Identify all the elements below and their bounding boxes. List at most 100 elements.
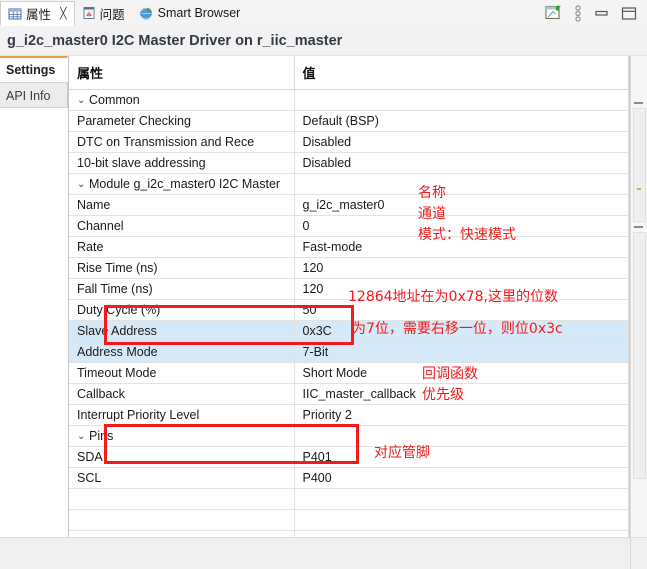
sidebar-filler — [0, 110, 67, 537]
table-cell-property[interactable] — [69, 509, 295, 531]
sidebar-item-api-info-label: API Info — [6, 89, 51, 103]
table-cell-value[interactable]: Default (BSP) — [294, 110, 629, 132]
marker-tick-upper[interactable] — [634, 102, 643, 104]
marker-tick-lower[interactable] — [634, 226, 643, 228]
properties-table-body: ⌄ Common Parameter Checking Default (BSP) DT… — [69, 89, 629, 537]
table-cell-value[interactable]: Priority 2 — [294, 404, 629, 426]
table-cell-property[interactable]: Slave Address — [69, 320, 295, 342]
table-cell-property-label: Pins — [89, 429, 114, 443]
scrollbar-thumb[interactable] — [633, 108, 646, 222]
table-cell-property[interactable]: DTC on Transmission and Rece — [69, 131, 295, 153]
table-cell-value[interactable] — [294, 509, 629, 531]
table-cell-value[interactable]: P401 — [294, 446, 629, 468]
table-row[interactable]: SDA P401 — [69, 446, 629, 468]
properties-table-container[interactable]: 属性 值 ⌄ Common Parameter Checking Default (B… — [69, 56, 630, 537]
table-cell-property[interactable]: Name — [69, 194, 295, 216]
table-row[interactable]: DTC on Transmission and Rece Disabled — [69, 131, 629, 153]
tab-problems[interactable]: 问题 — [75, 1, 132, 26]
table-cell-value[interactable]: 120 — [294, 257, 629, 279]
table-row[interactable]: 10-bit slave addressing Disabled — [69, 152, 629, 174]
table-cell-value[interactable]: g_i2c_master0 — [294, 194, 629, 216]
table-cell-value[interactable]: Short Mode — [294, 362, 629, 384]
table-cell-property[interactable]: Callback — [69, 383, 295, 405]
table-row[interactable]: Callback IIC_master_callback — [69, 383, 629, 405]
table-row[interactable]: Interrupt Priority Level Priority 2 — [69, 404, 629, 426]
table-cell-value[interactable]: 0 — [294, 215, 629, 237]
table-cell-value[interactable]: Disabled — [294, 131, 629, 153]
sidebar-item-api-info[interactable]: API Info — [0, 82, 68, 108]
properties-icon — [8, 7, 22, 21]
column-header-value[interactable]: 值 — [294, 56, 629, 90]
column-header-property[interactable]: 属性 — [69, 56, 295, 90]
table-cell-property[interactable]: ⌄ Pins — [69, 425, 295, 447]
sidebar-item-settings-label: Settings — [6, 63, 56, 77]
table-row[interactable]: Name g_i2c_master0 — [69, 194, 629, 216]
table-cell-value[interactable]: Disabled — [294, 152, 629, 174]
table-cell-property[interactable]: Rate — [69, 236, 295, 258]
table-row[interactable]: Duty Cycle (%) 50 — [69, 299, 629, 321]
table-cell-value[interactable] — [294, 89, 629, 111]
table-cell-property[interactable]: Parameter Checking — [69, 110, 295, 132]
table-cell-property-label: Module g_i2c_master0 I2C Master — [89, 177, 281, 191]
table-row[interactable]: Parameter Checking Default (BSP) — [69, 110, 629, 132]
new-view-icon[interactable] — [545, 5, 562, 21]
table-row[interactable]: SCL P400 — [69, 467, 629, 489]
close-icon[interactable]: ╳ — [60, 7, 67, 20]
table-cell-property[interactable]: Duty Cycle (%) — [69, 299, 295, 321]
table-cell-property[interactable]: Address Mode — [69, 341, 295, 363]
table-row[interactable]: Fall Time (ns) 120 — [69, 278, 629, 300]
table-cell-property[interactable]: Channel — [69, 215, 295, 237]
table-row[interactable]: Rise Time (ns) 120 — [69, 257, 629, 279]
table-row[interactable]: Channel 0 — [69, 215, 629, 237]
table-row[interactable]: ⌄ Module g_i2c_master0 I2C Master — [69, 173, 629, 195]
table-row[interactable]: Address Mode 7-Bit — [69, 341, 629, 363]
tab-smart-browser-label: Smart Browser — [157, 6, 241, 20]
table-cell-value[interactable]: 120 — [294, 278, 629, 300]
table-cell-value[interactable] — [294, 425, 629, 447]
table-cell-value[interactable]: 7-Bit — [294, 341, 629, 363]
bottom-seam — [630, 538, 631, 569]
chevron-down-icon[interactable]: ⌄ — [77, 95, 89, 106]
table-row[interactable]: ⌄ Pins — [69, 425, 629, 447]
table-cell-property[interactable]: Fall Time (ns) — [69, 278, 295, 300]
table-row[interactable]: Rate Fast-mode — [69, 236, 629, 258]
chevron-down-icon[interactable]: ⌄ — [77, 179, 89, 190]
table-cell-value[interactable]: Fast-mode — [294, 236, 629, 258]
table-row[interactable]: ⌄ Common — [69, 89, 629, 111]
table-cell-property[interactable]: Rise Time (ns) — [69, 257, 295, 279]
view-menu-icon[interactable] — [574, 4, 582, 22]
table-row[interactable]: Timeout Mode Short Mode — [69, 362, 629, 384]
scrollbar-track-lower[interactable] — [633, 232, 646, 479]
marker-tick-warning[interactable] — [637, 188, 641, 190]
table-cell-property[interactable] — [69, 488, 295, 510]
maximize-icon[interactable] — [621, 6, 637, 21]
table-row[interactable]: Slave Address 0x3C — [69, 320, 629, 342]
chevron-down-icon[interactable]: ⌄ — [77, 431, 89, 442]
table-cell-property[interactable]: Interrupt Priority Level — [69, 404, 295, 426]
table-cell-value[interactable]: 0x3C — [294, 320, 629, 342]
minimize-icon[interactable] — [594, 6, 609, 20]
table-row[interactable] — [69, 488, 629, 510]
table-cell-property[interactable]: 10-bit slave addressing — [69, 152, 295, 174]
table-cell-value[interactable] — [294, 488, 629, 510]
table-cell-property-label: Common — [89, 93, 140, 107]
table-cell-property[interactable]: SCL — [69, 467, 295, 489]
tab-smart-browser[interactable]: Smart Browser — [132, 1, 248, 26]
view-bottom-filler — [0, 537, 647, 569]
table-cell-property[interactable]: Timeout Mode — [69, 362, 295, 384]
page-title: g_i2c_master0 I2C Master Driver on r_iic… — [0, 26, 647, 56]
table-header-row: 属性 值 — [69, 56, 629, 90]
vertical-scrollbar[interactable] — [630, 56, 647, 537]
table-row[interactable] — [69, 509, 629, 531]
table-cell-property[interactable]: ⌄ Common — [69, 89, 295, 111]
table-cell-value[interactable]: P400 — [294, 467, 629, 489]
table-cell-value[interactable] — [294, 173, 629, 195]
table-cell-property[interactable]: SDA — [69, 446, 295, 468]
sidebar-item-settings[interactable]: Settings — [0, 56, 68, 82]
tab-problems-label: 问题 — [99, 7, 125, 22]
globe-icon — [139, 6, 154, 21]
table-cell-value[interactable]: 50 — [294, 299, 629, 321]
table-cell-property[interactable]: ⌄ Module g_i2c_master0 I2C Master — [69, 173, 295, 195]
table-cell-value[interactable]: IIC_master_callback — [294, 383, 629, 405]
tab-properties[interactable]: 属性 ╳ — [0, 1, 75, 26]
